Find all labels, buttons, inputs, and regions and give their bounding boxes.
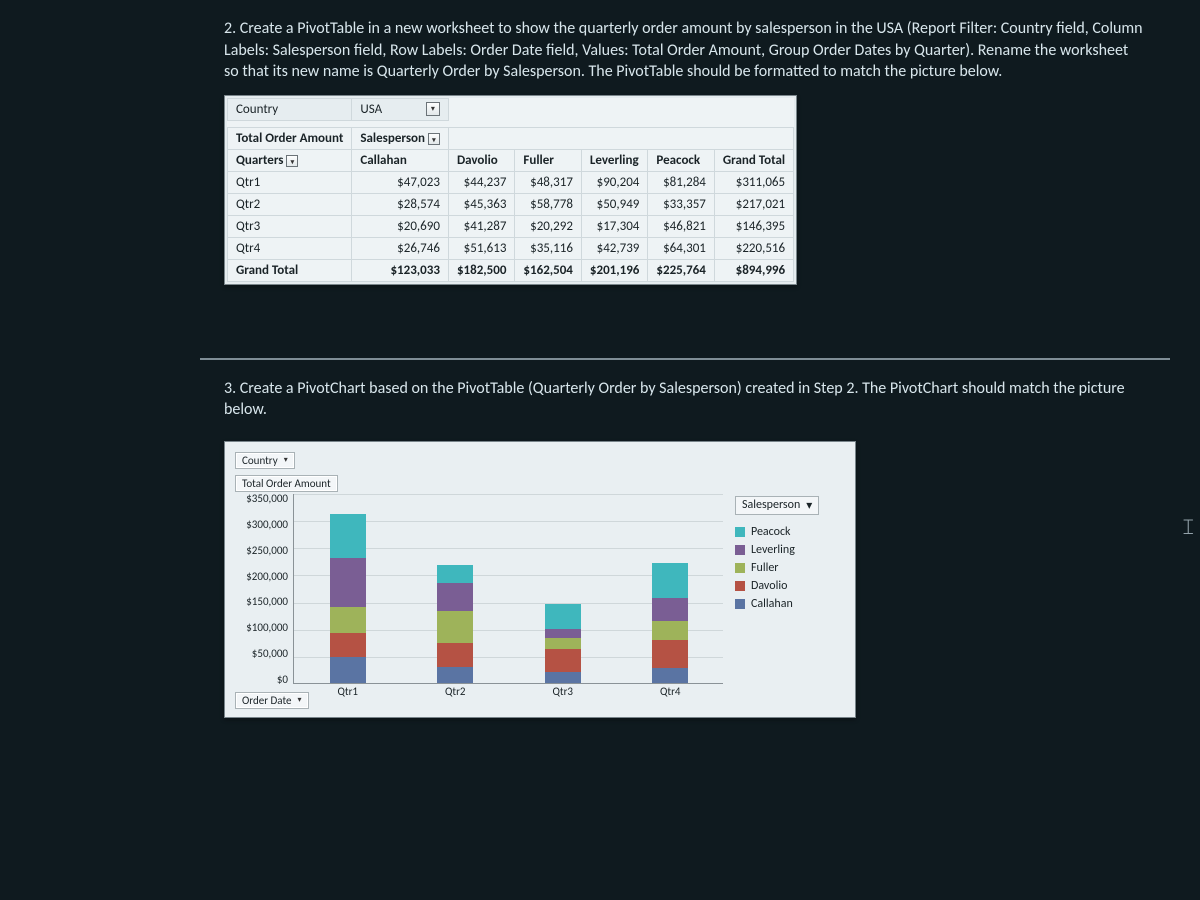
y-axis-labels: $350,000 $300,000 $250,000 $200,000 $150… (236, 492, 292, 686)
chart-legend-button[interactable]: Salesperson ▾ (735, 496, 819, 515)
col-head-4: Peacock (648, 149, 714, 171)
grand-total-row: Grand Total $123,033 $182,500 $162,504 $… (228, 259, 794, 281)
bar-Qtr1 (330, 514, 366, 683)
filter-funnel-icon[interactable]: ▾ (426, 102, 440, 116)
text-cursor-icon: 𝙸 (1180, 514, 1196, 540)
legend-item: Fuller (735, 561, 845, 575)
chart-filter-button[interactable]: Country ▾ (235, 452, 295, 469)
filter-value-text: USA (360, 102, 382, 117)
col-head-1: Davolio (448, 149, 514, 171)
col-head-grand: Grand Total (714, 149, 793, 171)
table-row: Qtr1 $47,023 $44,237 $48,317 $90,204 $81… (228, 171, 794, 193)
row-field-label[interactable]: Quarters ▾ (228, 149, 352, 171)
col-head-0: Callahan (352, 149, 449, 171)
chart-plot-area: $350,000 $300,000 $250,000 $200,000 $150… (293, 494, 723, 684)
col-head-2: Fuller (515, 149, 581, 171)
table-row: Qtr2 $28,574 $45,363 $58,778 $50,949 $33… (228, 193, 794, 215)
funnel-dropdown-icon: ▾ (284, 455, 288, 465)
pivot-table-screenshot: Country USA ▾ Total Order Amount Salespe… (224, 95, 797, 285)
instruction-3: 3. Create a PivotChart based on the Pivo… (224, 378, 1144, 421)
dropdown-icon[interactable]: ▾ (286, 155, 298, 167)
legend-item: Davolio (735, 579, 845, 593)
chart-legend: Salesperson ▾ Peacock Leverling Fuller Davo… (735, 496, 845, 615)
x-axis-labels: Qtr1Qtr2Qtr3Qtr4 (294, 683, 723, 701)
bar-Qtr4 (652, 563, 688, 683)
legend-item: Callahan (735, 597, 845, 611)
bar-Qtr3 (545, 604, 581, 683)
table-row: Qtr4 $26,746 $51,613 $35,116 $42,739 $64… (228, 237, 794, 259)
report-filter-value[interactable]: USA ▾ (352, 98, 449, 120)
bar-Qtr2 (437, 565, 473, 683)
col-head-3: Leverling (581, 149, 647, 171)
legend-item: Leverling (735, 543, 845, 557)
table-row: Qtr3 $20,690 $41,287 $20,292 $17,304 $46… (228, 215, 794, 237)
report-filter-label: Country (228, 98, 352, 120)
values-field-label: Total Order Amount (228, 127, 352, 149)
legend-item: Peacock (735, 525, 845, 539)
pivot-chart-screenshot: Country ▾ Total Order Amount $350,000 $3… (224, 441, 856, 718)
instruction-2: 2. Create a PivotTable in a new workshee… (224, 18, 1144, 83)
dropdown-icon[interactable]: ▾ (428, 133, 440, 145)
chart-values-button[interactable]: Total Order Amount (235, 475, 338, 492)
pivot-table: Country USA ▾ Total Order Amount Salespe… (227, 98, 794, 282)
dropdown-icon: ▾ (806, 498, 812, 513)
column-field-label[interactable]: Salesperson ▾ (352, 127, 449, 149)
